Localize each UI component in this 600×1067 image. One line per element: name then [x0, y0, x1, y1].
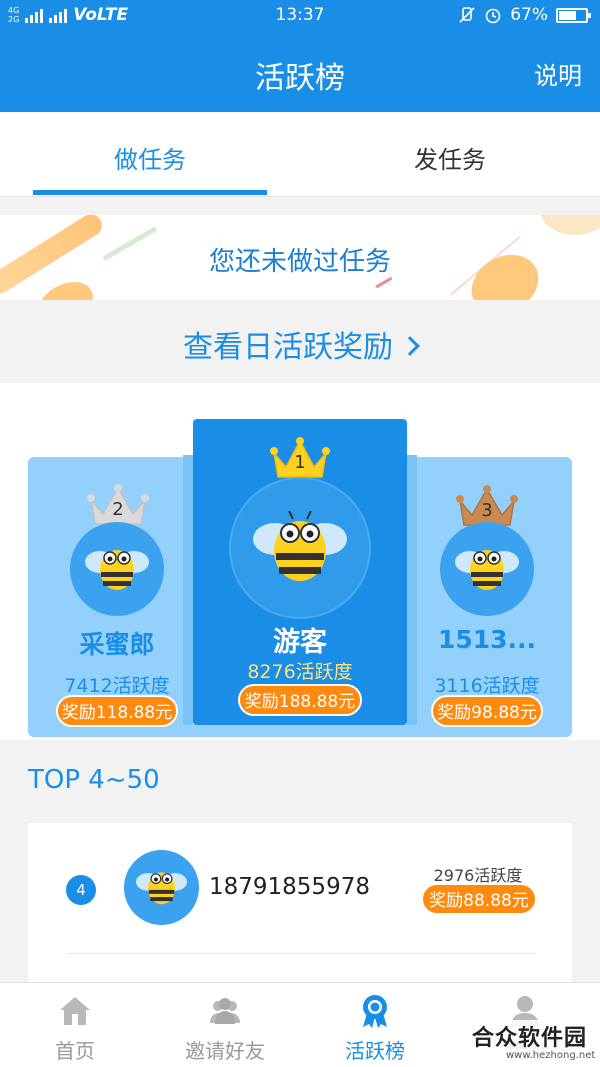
- rank-number: 1: [294, 452, 306, 473]
- watermark: 合众软件园 www.hezhong.net: [470, 1020, 600, 1067]
- medal-icon: [363, 995, 387, 1028]
- gold-crown-icon: 1: [270, 437, 330, 479]
- rank-2-score: 7412活跃度: [64, 675, 170, 697]
- nav-invite-label: 邀请好友: [185, 1039, 265, 1063]
- battery-icon: [556, 7, 591, 23]
- nav-invite[interactable]: 邀请好友: [150, 983, 300, 1067]
- watermark-title: 合众软件园: [472, 1026, 588, 1051]
- tab-post-task[interactable]: 发任务: [300, 140, 600, 175]
- people-icon: [210, 998, 240, 1024]
- chevron-right-icon: [400, 336, 420, 356]
- avatar[interactable]: [124, 850, 199, 925]
- home-icon: [60, 997, 90, 1025]
- banner-decor: [375, 276, 393, 289]
- silver-crown-icon: 2: [87, 484, 149, 526]
- bee-icon: [85, 550, 149, 590]
- rank-2-name: 采蜜郎: [79, 630, 155, 659]
- nav-home-label: 首页: [55, 1039, 95, 1063]
- rank-number: 3: [481, 500, 493, 521]
- avatar[interactable]: [229, 477, 371, 619]
- nav-leaderboard-label: 活跃榜: [345, 1039, 405, 1063]
- rank-3-name: 1513...: [437, 625, 537, 654]
- avatar[interactable]: [440, 522, 534, 616]
- nav-home[interactable]: 首页: [0, 983, 150, 1067]
- nav-bar: 活跃榜 说明: [0, 32, 600, 112]
- rank-3-score: 3116活跃度: [434, 675, 540, 697]
- daily-reward-label: 查看日活跃奖励: [183, 330, 393, 365]
- nav-leaderboard[interactable]: 活跃榜: [300, 983, 450, 1067]
- status-bar: 4G 2G VoLTE 13:37 67%: [0, 0, 600, 32]
- avatar[interactable]: [70, 522, 164, 616]
- empty-task-text: 您还未做过任务: [208, 247, 391, 277]
- rank-3-reward-badge: 奖励98.88元: [431, 695, 543, 727]
- empty-task-banner: 您还未做过任务: [0, 215, 600, 300]
- list-item-name: 18791855978: [209, 874, 370, 900]
- status-right: 67%: [458, 5, 591, 25]
- banner-decor: [540, 215, 600, 235]
- mute-icon: [459, 7, 475, 23]
- watermark-url: www.hezhong.net: [506, 1050, 596, 1061]
- task-tabs: 做任务 发任务: [0, 112, 600, 197]
- bee-icon: [455, 550, 519, 590]
- rank-2-reward-badge: 奖励118.88元: [56, 695, 178, 727]
- rank-1-name: 游客: [273, 627, 327, 658]
- daily-reward-link[interactable]: 查看日活跃奖励: [0, 300, 600, 383]
- tab-do-task[interactable]: 做任务: [0, 140, 300, 175]
- top-list-title: TOP 4~50: [28, 765, 160, 795]
- list-divider: [66, 953, 536, 954]
- alarm-icon: [485, 8, 501, 24]
- page-title: 活跃榜: [255, 61, 345, 96]
- battery-percent: 67%: [510, 5, 548, 25]
- bronze-crown-icon: 3: [456, 485, 518, 527]
- bee-icon: [253, 510, 347, 581]
- list-item-reward-badge: 奖励88.88元: [421, 883, 537, 915]
- tab-indicator: [33, 190, 267, 195]
- rank-number: 2: [112, 499, 124, 520]
- help-button[interactable]: 说明: [534, 56, 582, 91]
- rank-number-badge: 4: [66, 875, 96, 905]
- bee-icon: [135, 872, 188, 905]
- rank-1-reward-badge: 奖励188.88元: [238, 684, 362, 716]
- rank-1-score: 8276活跃度: [247, 661, 353, 683]
